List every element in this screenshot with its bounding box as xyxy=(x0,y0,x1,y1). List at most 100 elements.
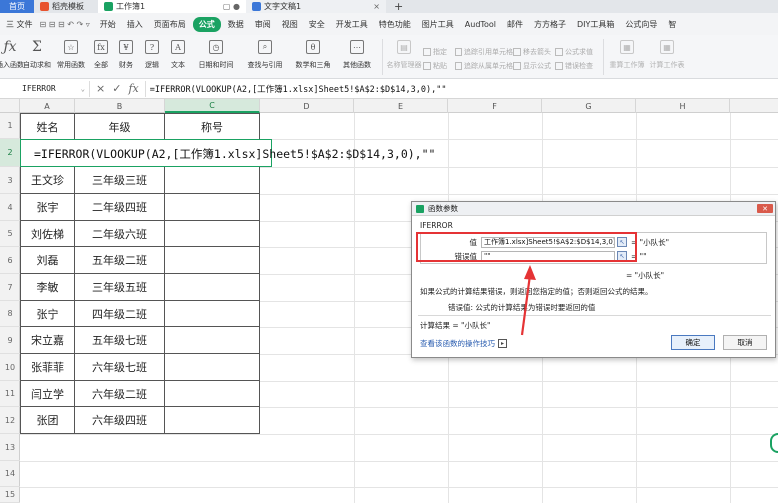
tab-home[interactable]: 首页 xyxy=(0,0,34,13)
table-cell[interactable] xyxy=(165,381,260,407)
tab-workbook[interactable]: 工作簿1 ▢ ● xyxy=(98,0,246,13)
column-header-f[interactable]: F xyxy=(448,99,542,113)
chevron-down-icon[interactable]: ⌄ xyxy=(81,85,85,93)
table-cell[interactable]: 五年级七班 xyxy=(75,327,165,354)
column-header-e[interactable]: E xyxy=(354,99,448,113)
header-cell-title[interactable]: 称号 xyxy=(165,113,260,140)
table-cell[interactable] xyxy=(165,327,260,354)
row-header[interactable]: 1 xyxy=(0,113,20,139)
finance-functions-button[interactable]: ¥ 财务 xyxy=(114,35,138,77)
math-functions-button[interactable]: θ 数学和三角 xyxy=(290,35,336,77)
header-cell-grade[interactable]: 年级 xyxy=(75,113,165,140)
fx-icon[interactable]: fx xyxy=(128,82,138,95)
table-cell[interactable]: 三年级三班 xyxy=(75,167,165,194)
row-header[interactable]: 8 xyxy=(0,301,20,327)
row-header[interactable]: 15 xyxy=(0,487,20,503)
name-manager-button[interactable]: ▤ 名称管理器 xyxy=(387,35,422,77)
define-name-button[interactable]: 指定 xyxy=(423,47,455,57)
trace-dependents-button[interactable]: 追踪从属单元格 xyxy=(455,61,513,71)
menu-data[interactable]: 数据 xyxy=(224,19,248,30)
row-header[interactable]: 12 xyxy=(0,407,20,434)
table-cell[interactable]: 刘佐梯 xyxy=(20,221,75,247)
menu-formula[interactable]: 公式 xyxy=(192,16,221,32)
confirm-icon[interactable]: ✓ xyxy=(112,82,121,95)
row-header[interactable]: 14 xyxy=(0,461,20,487)
row-header[interactable]: 5 xyxy=(0,221,20,247)
close-icon[interactable]: ✕ xyxy=(757,204,773,213)
floating-assistant-icon[interactable] xyxy=(770,433,778,453)
table-cell[interactable]: 六年级七班 xyxy=(75,354,165,381)
table-cell[interactable]: 二年级六班 xyxy=(75,221,165,247)
menu-insert[interactable]: 插入 xyxy=(123,19,147,30)
menu-audtool[interactable]: AudTool xyxy=(461,20,500,29)
table-cell[interactable] xyxy=(165,194,260,221)
row-header[interactable]: 2 xyxy=(0,139,20,167)
text-functions-button[interactable]: A 文本 xyxy=(166,35,190,77)
quick-access-toolbar[interactable]: ⊟ ⊟ ⊟ ↶ ↷ ▿ xyxy=(40,20,90,29)
table-cell[interactable] xyxy=(165,301,260,327)
table-cell[interactable]: 二年级四班 xyxy=(75,194,165,221)
formula-input[interactable]: =IFERROR(VLOOKUP(A2,[工作簿1.xlsx]Sheet5!$A… xyxy=(144,80,778,97)
row-header[interactable]: 10 xyxy=(0,354,20,381)
column-header-d[interactable]: D xyxy=(260,99,354,113)
paste-name-button[interactable]: 粘贴 xyxy=(423,61,455,71)
close-tab-icon[interactable]: × xyxy=(373,2,380,11)
file-menu[interactable]: 三 文件 xyxy=(2,19,37,30)
table-cell[interactable]: 四年级二班 xyxy=(75,301,165,327)
all-functions-button[interactable]: fx 全部 xyxy=(90,35,112,77)
dialog-title-bar[interactable]: 函数参数 xyxy=(412,202,775,216)
table-cell[interactable]: 张宇 xyxy=(20,194,75,221)
table-cell[interactable]: 五年级二班 xyxy=(75,247,165,274)
menu-view[interactable]: 视图 xyxy=(278,19,302,30)
table-cell[interactable]: 六年级四班 xyxy=(75,407,165,434)
table-cell[interactable] xyxy=(165,354,260,381)
row-header[interactable]: 4 xyxy=(0,194,20,221)
menu-picture-tools[interactable]: 图片工具 xyxy=(418,19,458,30)
autosum-button[interactable]: Σ 自动求和 xyxy=(22,35,52,77)
other-functions-button[interactable]: ⋯ 其他函数 xyxy=(338,35,376,77)
menu-page-layout[interactable]: 页面布局 xyxy=(150,19,190,30)
column-header-c[interactable]: C xyxy=(165,99,260,113)
tab-doc[interactable]: 文字文稿1 × xyxy=(246,0,386,13)
row-header[interactable]: 13 xyxy=(0,434,20,461)
menu-fangfang[interactable]: 方方格子 xyxy=(530,19,570,30)
select-all-corner[interactable] xyxy=(0,99,20,113)
table-cell[interactable] xyxy=(165,221,260,247)
menu-security[interactable]: 安全 xyxy=(305,19,329,30)
insert-function-button[interactable]: ƒx 插入函数 xyxy=(0,35,24,77)
column-header-h[interactable]: H xyxy=(636,99,730,113)
cell-formula-text[interactable]: =IFERROR(VLOOKUP(A2,[工作簿1.xlsx]Sheet5!$A… xyxy=(34,146,435,162)
table-cell[interactable]: 张宁 xyxy=(20,301,75,327)
calc-sheet-button[interactable]: ▦ 计算工作表 xyxy=(648,35,686,77)
evaluate-formula-button[interactable]: 公式求值 xyxy=(555,47,599,57)
lookup-functions-button[interactable]: ⌕ 查找与引用 xyxy=(242,35,288,77)
column-header-b[interactable]: B xyxy=(75,99,165,113)
remove-arrows-button[interactable]: 移去箭头 xyxy=(513,47,555,57)
table-cell[interactable]: 宋立嘉 xyxy=(20,327,75,354)
cancel-button[interactable]: 取消 xyxy=(723,335,767,350)
header-cell-name[interactable]: 姓名 xyxy=(20,113,75,140)
menu-features[interactable]: 特色功能 xyxy=(375,19,415,30)
table-cell[interactable] xyxy=(165,247,260,274)
name-box[interactable]: IFERROR ⌄ xyxy=(2,80,90,97)
table-cell[interactable]: 刘磊 xyxy=(20,247,75,274)
menu-mail[interactable]: 邮件 xyxy=(503,19,527,30)
tab-status-icon[interactable]: ▢ ● xyxy=(223,2,240,11)
table-cell[interactable]: 王文珍 xyxy=(20,167,75,194)
menu-overflow[interactable]: 智 xyxy=(664,19,680,30)
logic-functions-button[interactable]: ? 逻辑 xyxy=(140,35,164,77)
tab-template[interactable]: 稻壳模板 xyxy=(34,0,98,13)
table-cell[interactable]: 三年级五班 xyxy=(75,274,165,301)
row-header[interactable]: 6 xyxy=(0,247,20,274)
common-functions-button[interactable]: ☆ 常用函数 xyxy=(54,35,88,77)
error-check-button[interactable]: 错误检查 xyxy=(555,61,599,71)
table-cell[interactable]: 闫立学 xyxy=(20,381,75,407)
table-cell[interactable] xyxy=(165,407,260,434)
column-header-a[interactable]: A xyxy=(20,99,75,113)
recalc-workbook-button[interactable]: ▦ 重算工作簿 xyxy=(608,35,646,77)
ok-button[interactable]: 确定 xyxy=(671,335,715,350)
menu-review[interactable]: 审阅 xyxy=(251,19,275,30)
menu-diy-toolbox[interactable]: DIY工具箱 xyxy=(573,19,618,30)
help-link[interactable]: 查看该函数的操作技巧 ▸ xyxy=(420,338,507,349)
menu-formula-wizard[interactable]: 公式向导 xyxy=(621,19,661,30)
